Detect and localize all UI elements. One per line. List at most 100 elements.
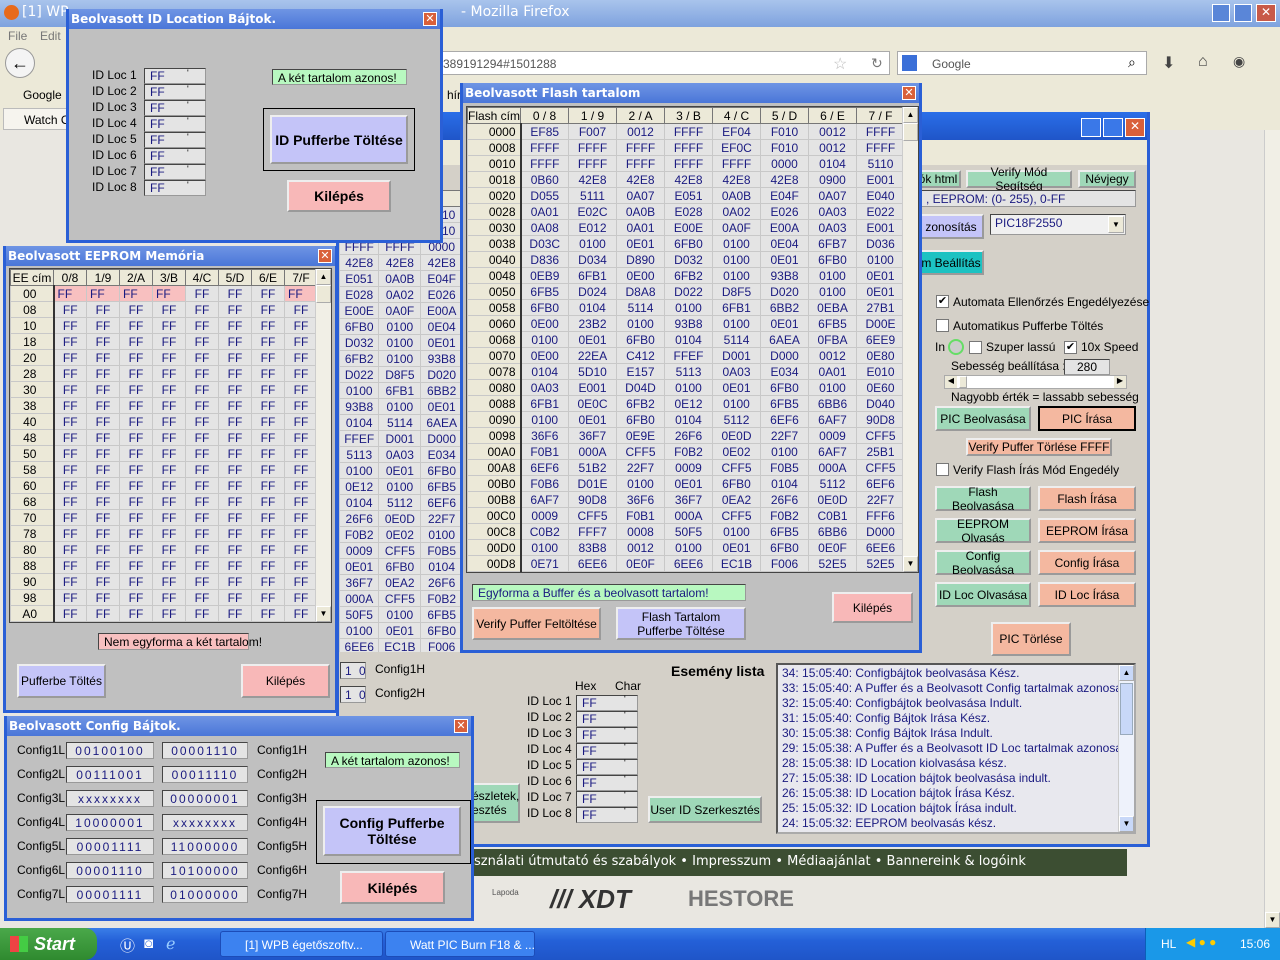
grid-cell[interactable]: FF: [86, 605, 120, 622]
grid-cell[interactable]: 6FB0: [616, 411, 666, 428]
grid-cell[interactable]: D001: [378, 430, 422, 447]
grid-cell[interactable]: D836: [520, 251, 570, 268]
close-button[interactable]: ✕: [1256, 4, 1276, 22]
grid-cell[interactable]: FF: [53, 573, 87, 590]
grid-cell[interactable]: FF: [284, 557, 318, 574]
grid-cell[interactable]: F0B6: [520, 475, 570, 492]
grid-cell[interactable]: FF: [251, 413, 285, 430]
config-high-value[interactable]: 10100000: [162, 862, 248, 879]
grid-cell[interactable]: E034: [760, 363, 810, 380]
grid-cell[interactable]: F0B1: [616, 507, 666, 524]
grid-cell[interactable]: 6FB5: [808, 315, 858, 332]
id-loc-hex[interactable]: FF: [576, 791, 638, 807]
grid-cell[interactable]: 0012: [616, 123, 666, 140]
grid-cell[interactable]: 0104: [520, 363, 570, 380]
grid-cell[interactable]: FF: [284, 509, 318, 526]
grid-cell[interactable]: 0E04: [420, 318, 463, 335]
grid-cell[interactable]: D040: [856, 395, 906, 412]
grid-cell[interactable]: 0E01: [568, 411, 618, 428]
grid-cell[interactable]: 6EF6: [520, 459, 570, 476]
grid-cell[interactable]: FF: [86, 317, 120, 334]
grid-cell[interactable]: FF: [119, 365, 153, 382]
grid-cell[interactable]: D00E: [856, 315, 906, 332]
id-loc-hex[interactable]: FF: [576, 775, 638, 791]
grid-cell[interactable]: 0100: [616, 475, 666, 492]
grid-cell[interactable]: 0100: [808, 267, 858, 284]
grid-cell[interactable]: FF: [119, 445, 153, 462]
grid-cell[interactable]: 0009: [664, 459, 714, 476]
download-icon[interactable]: ⬇: [1162, 53, 1175, 73]
grid-cell[interactable]: 6EE6: [568, 555, 618, 572]
grid-cell[interactable]: 0E01: [420, 398, 463, 415]
eeprom-load-button[interactable]: Pufferbe Töltés: [17, 664, 106, 698]
grid-cell[interactable]: FF: [185, 445, 219, 462]
grid-cell[interactable]: FF: [53, 525, 87, 542]
grid-cell[interactable]: 000A: [664, 507, 714, 524]
flash-grid[interactable]: Flash cím 0 / 81 / 92 / A3 / B4 / C5 / D6…: [466, 106, 919, 573]
event-list-scrollbar[interactable]: ▲ ▼: [1118, 665, 1134, 832]
grid-cell[interactable]: 0000: [760, 155, 810, 172]
grid-cell[interactable]: 0104: [568, 299, 618, 316]
grid-cell[interactable]: D036: [856, 235, 906, 252]
identify-button[interactable]: zonosítás: [918, 214, 984, 239]
grid-cell[interactable]: CFF5: [568, 507, 618, 524]
grid-cell[interactable]: FFFF: [664, 123, 714, 140]
config-high-value[interactable]: 1 0: [340, 662, 366, 679]
grid-cell[interactable]: FF: [185, 605, 219, 622]
grid-cell[interactable]: FF: [218, 365, 252, 382]
grid-cell[interactable]: 6FB5: [760, 523, 810, 540]
grid-cell[interactable]: FF: [185, 397, 219, 414]
grid-cell[interactable]: 6FB1: [520, 395, 570, 412]
grid-cell[interactable]: 000A: [568, 443, 618, 460]
grid-cell[interactable]: 93B8: [664, 315, 714, 332]
grid-cell[interactable]: 6FB0: [520, 299, 570, 316]
tray-icons[interactable]: ◀ ● ●: [1186, 935, 1216, 949]
grid-cell[interactable]: 0A0B: [378, 270, 422, 287]
grid-cell[interactable]: FF: [218, 317, 252, 334]
grid-cell[interactable]: FFF7: [568, 523, 618, 540]
grid-cell[interactable]: FF: [152, 541, 186, 558]
grid-cell[interactable]: FF: [218, 445, 252, 462]
grid-cell[interactable]: FF: [152, 333, 186, 350]
minimize-button[interactable]: [1212, 4, 1230, 22]
grid-cell[interactable]: FF: [86, 509, 120, 526]
grid-cell[interactable]: 0100: [339, 462, 380, 479]
grid-cell[interactable]: 50F5: [339, 606, 380, 623]
grid-cell[interactable]: EF85: [520, 123, 570, 140]
grid-cell[interactable]: 5D10: [568, 363, 618, 380]
grid-cell[interactable]: E012: [568, 219, 618, 236]
grid-cell[interactable]: FF: [284, 589, 318, 606]
grid-cell[interactable]: F0B2: [760, 507, 810, 524]
grid-cell[interactable]: 6FB2: [664, 267, 714, 284]
grid-cell[interactable]: FF: [86, 445, 120, 462]
grid-cell[interactable]: 0A01: [808, 363, 858, 380]
grid-cell[interactable]: 0A01: [616, 219, 666, 236]
grid-cell[interactable]: D034: [568, 251, 618, 268]
grid-cell[interactable]: 6EE9: [856, 331, 906, 348]
id-loc-hex[interactable]: FF: [576, 759, 638, 775]
config-high-value[interactable]: 11000000: [162, 838, 248, 855]
id-loc-value[interactable]: FF: [144, 68, 206, 84]
grid-cell[interactable]: FF: [53, 333, 87, 350]
grid-cell[interactable]: 0E00: [520, 347, 570, 364]
grid-cell[interactable]: FFFF: [520, 139, 570, 156]
grid-cell[interactable]: FF: [53, 349, 87, 366]
grid-cell[interactable]: FF: [53, 413, 87, 430]
grid-cell[interactable]: 0E01: [664, 475, 714, 492]
pic-write-button[interactable]: PIC Írása: [1038, 406, 1136, 431]
footer-links[interactable]: sználati útmutató és szabályok • Impress…: [470, 849, 1127, 876]
scroll-left-icon[interactable]: ◀: [945, 376, 957, 388]
grid-cell[interactable]: FF: [86, 349, 120, 366]
grid-cell[interactable]: FF: [251, 381, 285, 398]
grid-cell[interactable]: FF: [218, 349, 252, 366]
grid-cell[interactable]: 0012: [616, 539, 666, 556]
grid-cell[interactable]: FF: [218, 477, 252, 494]
grid-cell[interactable]: 6FB0: [664, 235, 714, 252]
grid-cell[interactable]: 5113: [339, 446, 380, 463]
grid-cell[interactable]: E001: [568, 379, 618, 396]
grid-cell[interactable]: FF: [119, 301, 153, 318]
grid-cell[interactable]: 5112: [808, 475, 858, 492]
speed-slider[interactable]: ◀ ▶: [944, 375, 1127, 389]
grid-cell[interactable]: 42E8: [568, 171, 618, 188]
grid-cell[interactable]: E157: [616, 363, 666, 380]
